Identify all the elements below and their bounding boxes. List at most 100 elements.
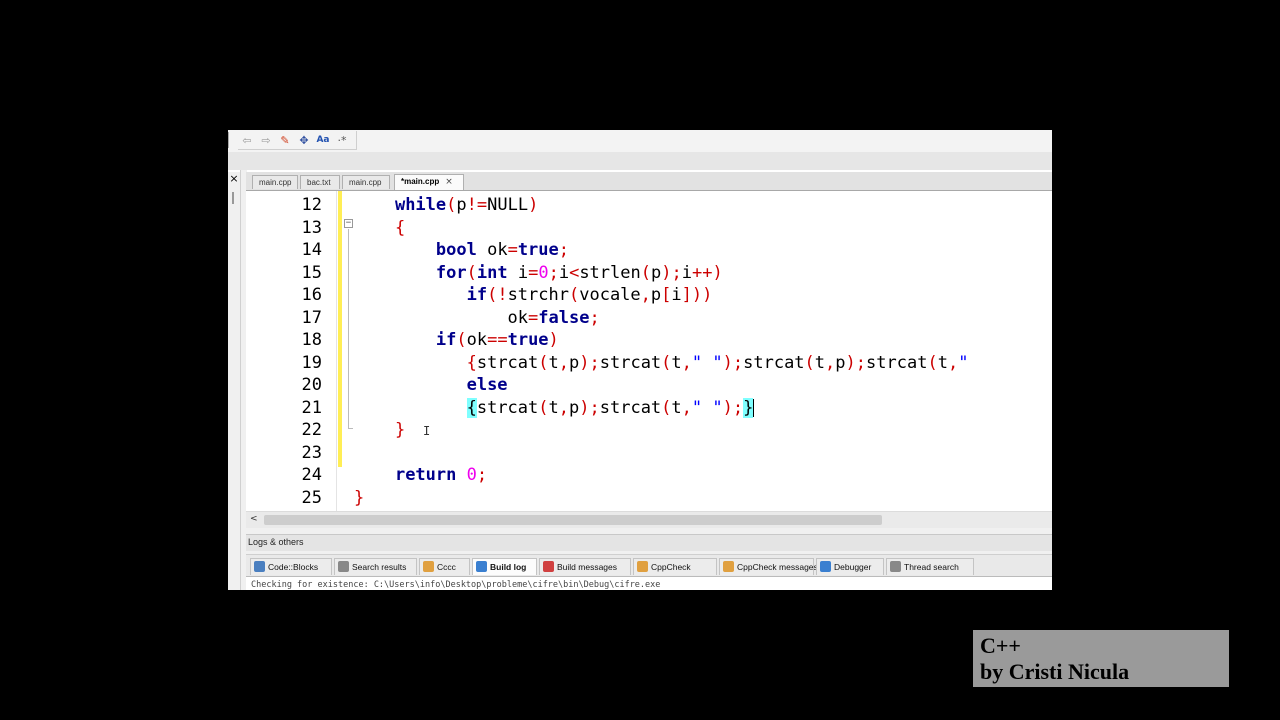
code-area[interactable]: while(p!=NULL) { bool ok=true; for(int i… [354,191,1052,511]
code-token: , [825,352,836,373]
line-number: 22 [301,420,322,440]
line-number: 14 [301,240,322,260]
logs-panel-title: Logs & others [248,537,304,547]
tab-main-cpp[interactable]: main.cpp [252,175,298,189]
code-token: { [394,217,406,238]
code-token: strcat [599,352,662,373]
code-token: t [937,352,948,373]
logs-tab-build-messages[interactable]: Build messages [539,558,631,575]
logs-tab-cppcheck[interactable]: CppCheck [633,558,717,575]
fold-toggle-icon[interactable]: − [344,219,353,228]
logs-tab-debugger[interactable]: Debugger [816,558,884,575]
code-token: strcat [599,397,662,418]
toolbar: ⇦ ⇨ ✎ ✥ Aa ·* [228,130,1052,152]
code-token: true [507,330,549,350]
toolbar-grip[interactable] [228,132,232,148]
code-token: } [743,397,754,418]
code-token: ok [476,240,508,260]
line-number: 17 [301,307,322,328]
logs-tab-cccc[interactable]: Cccc [419,558,470,575]
code-token: NULL [487,195,529,215]
code-token: i [671,285,682,305]
arrow-left-icon[interactable]: ⇦ [238,132,256,148]
fold-line [348,229,349,428]
code-token: p [569,352,580,373]
fold-end-marker [348,428,353,429]
code-token: true [517,240,559,260]
code-token: = [528,262,539,283]
code-token: " [958,352,969,373]
logs-tab-search-results[interactable]: Search results [334,558,417,575]
logs-tab-thread-search[interactable]: Thread search [886,558,974,575]
code-token: { [466,352,477,373]
logs-tab-build-log[interactable]: Build log [472,558,537,575]
code-token: else [466,375,508,395]
code-token: t [548,352,559,373]
build-log-content[interactable]: Checking for existence: C:\Users\info\De… [246,576,1052,590]
code-token: i [507,262,529,283]
toolbar-strip [228,152,1052,170]
toolbar-group: ⇦ ⇨ ✎ ✥ Aa ·* [238,131,357,150]
code-token: == [487,330,508,350]
scrollbar-thumb[interactable] [264,515,882,525]
code-token: , [947,352,959,373]
code-token: while [394,195,447,215]
code-token: [ [661,285,672,305]
logs-tab-code-blocks[interactable]: Code::Blocks [250,558,332,575]
highlight-icon[interactable]: ✎ [276,132,294,148]
code-token: ( [640,262,651,283]
code-line: ok=false; [354,307,600,329]
logs-tab-bar: Code::Blocks Search results Cccc Build log B… [246,554,1052,577]
code-editor[interactable]: 12 13 14 15 16 17 18 19 20 21 22 23 24 25 − while(p!=… [246,191,1052,511]
horizontal-scrollbar[interactable]: < [246,511,1052,528]
code-token: t [814,352,826,373]
code-token: p [456,195,467,215]
code-token: ( [927,352,938,373]
codeblocks-window: ⇦ ⇨ ✎ ✥ Aa ·* × main.cpp bac.txt main.cp… [228,130,1052,590]
caret [753,398,755,417]
code-token: , [558,352,570,373]
code-token: ( [466,262,477,283]
jump-icon[interactable]: ·* [333,132,351,148]
arrow-right-icon[interactable]: ⇨ [257,132,275,148]
tab-main-cpp-active[interactable]: *main.cpp × [394,174,464,190]
code-token: 0 [466,465,477,485]
pencil-icon [423,561,434,572]
code-token: return [394,465,457,485]
line-number: 25 [301,487,322,508]
text-format-icon[interactable]: Aa [314,132,332,148]
code-line: } [354,487,364,509]
logs-tab-cppcheck-messages[interactable]: CppCheck messages [719,558,818,575]
side-panel-close-button[interactable]: × [228,172,240,186]
code-token: ; [589,307,600,328]
line-number: 21 [301,397,322,418]
code-line: {strcat(t,p);strcat(t," ");} [354,397,755,419]
side-panel-handle[interactable] [232,192,234,204]
line-number: 12 [301,195,322,215]
tab-label: bac.txt [307,178,331,187]
tab-bac-txt[interactable]: bac.txt [300,175,340,189]
code-token: strlen [579,262,641,283]
code-line: if(ok==true) [354,329,559,351]
code-token: p [835,352,846,373]
editor-tab-bar: main.cpp bac.txt main.cpp *main.cpp × [246,172,1052,191]
code-token: vocale [579,285,641,305]
line-number: 16 [301,285,322,305]
close-tab-icon[interactable]: × [445,177,453,187]
code-token: p [650,285,662,305]
code-line: for(int i=0;i<strlen(p);i++) [354,262,723,284]
line-number: 13 [301,217,322,238]
code-token: ++) [691,262,723,283]
select-icon[interactable]: ✥ [295,132,313,148]
line-number: 15 [301,262,322,283]
scroll-left-icon[interactable]: < [250,514,258,524]
tab-main-cpp-2[interactable]: main.cpp [342,175,390,189]
code-token: ); [845,352,867,373]
